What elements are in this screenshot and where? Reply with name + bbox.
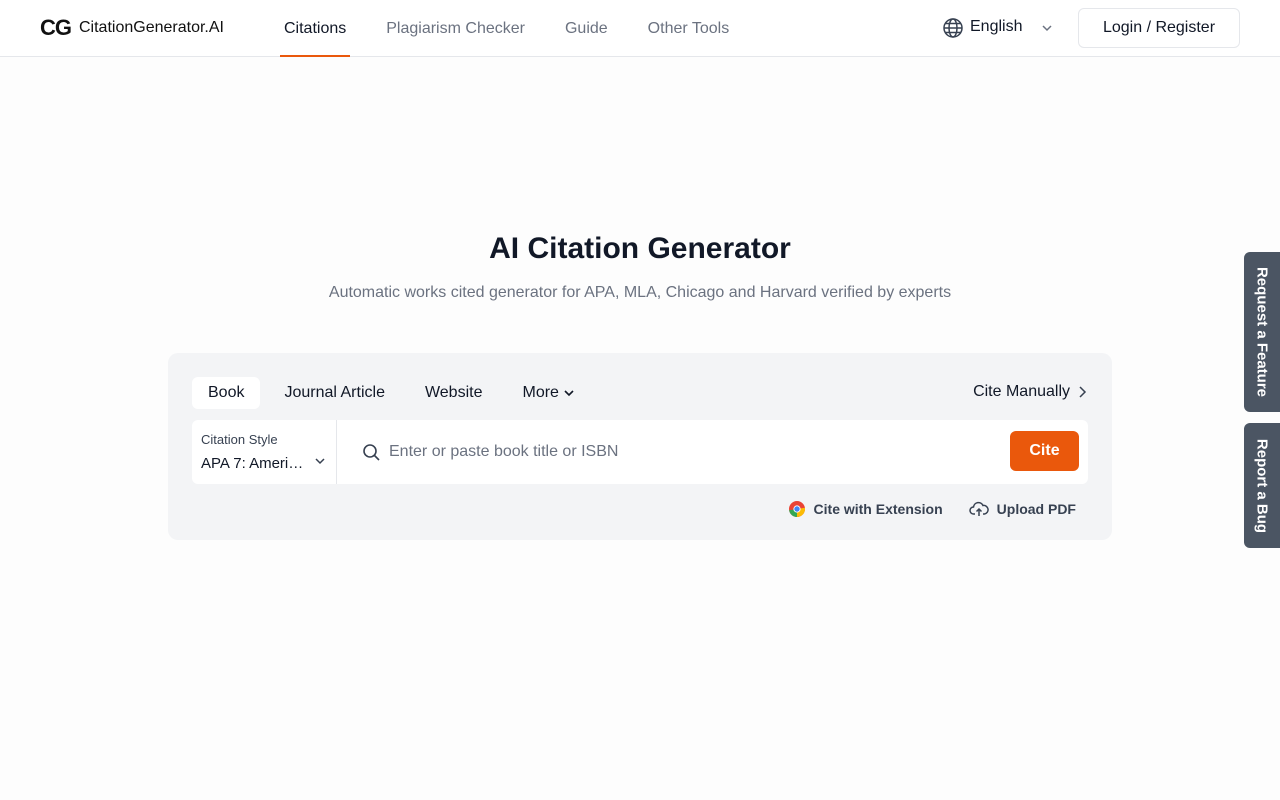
chevron-down-icon bbox=[1042, 25, 1052, 32]
citation-search-bar: Citation Style APA 7: American Psycholog… bbox=[192, 420, 1088, 484]
tab-journal-article[interactable]: Journal Article bbox=[268, 377, 401, 409]
chevron-right-icon bbox=[1079, 386, 1087, 398]
search-input[interactable] bbox=[389, 436, 989, 468]
chrome-icon bbox=[788, 501, 805, 517]
citation-style-select[interactable]: Citation Style APA 7: American Psycholog… bbox=[192, 420, 337, 484]
cite-with-extension-label: Cite with Extension bbox=[813, 501, 943, 517]
site-logo[interactable]: CG CitationGenerator.AI bbox=[40, 15, 224, 40]
citation-style-value: APA 7: American Psychological Associatio… bbox=[201, 455, 309, 472]
citation-style-label: Citation Style bbox=[201, 432, 278, 447]
nav-citations[interactable]: Citations bbox=[280, 0, 351, 57]
upload-pdf-label: Upload PDF bbox=[996, 501, 1076, 517]
globe-icon bbox=[943, 18, 963, 38]
logo-mark: CG bbox=[40, 15, 72, 40]
tab-more-label: More bbox=[522, 384, 559, 401]
tab-website[interactable]: Website bbox=[409, 377, 499, 409]
cloud-upload-icon bbox=[968, 501, 989, 516]
nav-plagiarism-checker[interactable]: Plagiarism Checker bbox=[382, 0, 529, 57]
page-subtitle: Automatic works cited generator for APA,… bbox=[328, 284, 952, 301]
chevron-down-icon bbox=[315, 458, 325, 465]
card-actions: Cite with Extension Upload PDF bbox=[788, 500, 1076, 518]
logo-text: CitationGenerator.AI bbox=[79, 19, 224, 36]
top-header: CG CitationGenerator.AI Citations Plagia… bbox=[0, 0, 1280, 57]
page-title: AI Citation Generator bbox=[489, 232, 791, 265]
language-label: English bbox=[970, 18, 1023, 35]
search-icon bbox=[363, 444, 380, 461]
request-feature-tab[interactable]: Request a Feature bbox=[1244, 252, 1280, 412]
chevron-down-icon bbox=[564, 390, 574, 397]
language-selector[interactable]: English bbox=[934, 12, 1064, 44]
cite-manually-link[interactable]: Cite Manually bbox=[973, 383, 1088, 401]
tab-book[interactable]: Book bbox=[192, 377, 261, 409]
cite-manually-label: Cite Manually bbox=[973, 383, 1070, 400]
main-nav: Citations Plagiarism Checker Guide Other… bbox=[280, 0, 765, 57]
citation-card: Book Journal Article Website More Cite M… bbox=[168, 353, 1112, 540]
source-type-tabs: Book Journal Article Website More bbox=[192, 377, 599, 409]
cite-button[interactable]: Cite bbox=[1010, 431, 1079, 471]
report-bug-tab[interactable]: Report a Bug bbox=[1244, 423, 1280, 548]
report-bug-label: Report a Bug bbox=[1253, 438, 1271, 533]
nav-guide[interactable]: Guide bbox=[561, 0, 612, 57]
tab-more[interactable]: More bbox=[506, 377, 590, 409]
request-feature-label: Request a Feature bbox=[1253, 266, 1271, 398]
nav-other-tools[interactable]: Other Tools bbox=[644, 0, 734, 57]
cite-with-extension-button[interactable]: Cite with Extension bbox=[788, 500, 943, 518]
login-register-button[interactable]: Login / Register bbox=[1078, 8, 1240, 48]
upload-pdf-button[interactable]: Upload PDF bbox=[968, 500, 1076, 518]
